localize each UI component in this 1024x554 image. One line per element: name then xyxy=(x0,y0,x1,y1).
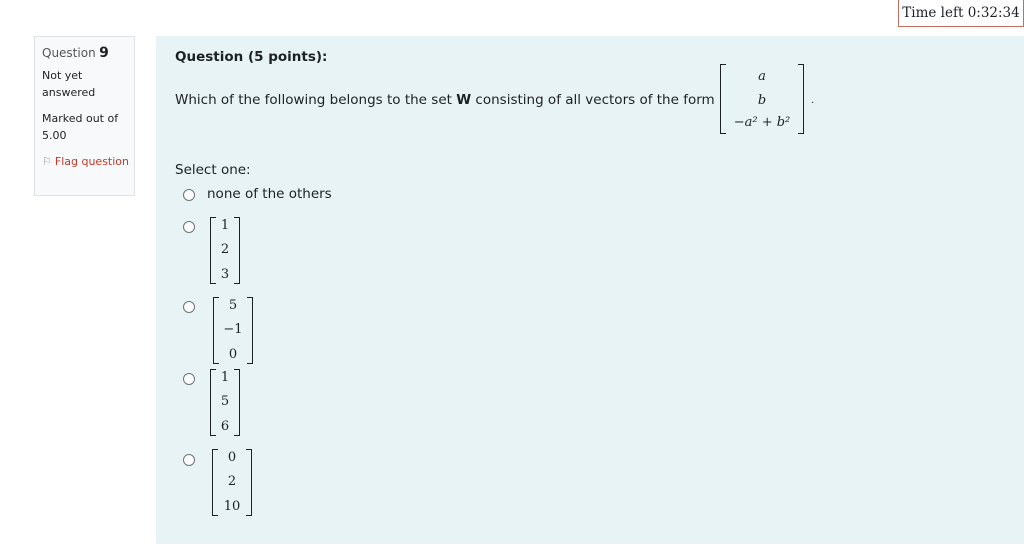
question-number: 9 xyxy=(99,45,109,61)
answer-vector-1: 1 2 3 xyxy=(210,217,240,284)
question-info-panel: Question 9 Not yet answered Marked out o… xyxy=(34,36,135,196)
answer-vector-3: 1 5 6 xyxy=(210,369,240,436)
vector-entry: 2 xyxy=(227,474,237,489)
vector-entry: 0 xyxy=(228,347,238,362)
question-text-after: consisting of all vectors of the form xyxy=(471,92,715,108)
vector-entry: 2 xyxy=(220,242,230,257)
form-vector-entry: −a² + b² xyxy=(733,115,791,130)
question-content: Question (5 points): Which of the follow… xyxy=(156,36,1024,544)
flag-question-label: Flag question xyxy=(54,154,130,168)
vector-entry: 10 xyxy=(223,499,241,514)
vector-entry: 3 xyxy=(220,267,230,282)
vector-entry: 5 xyxy=(228,298,238,313)
vector-entry: 5 xyxy=(220,394,230,409)
answer-vector-2: 5 −1 0 xyxy=(213,297,253,364)
answer-label-0: none of the others xyxy=(207,186,332,202)
vector-entry: 0 xyxy=(227,450,237,465)
vector-entry: 1 xyxy=(220,218,230,233)
flag-icon: ⚐ xyxy=(42,154,52,168)
vector-entry: 6 xyxy=(220,419,230,434)
flag-question-link[interactable]: ⚐ Flag question xyxy=(42,153,134,171)
vector-entry: −1 xyxy=(223,322,243,337)
question-number-line: Question 9 xyxy=(42,45,134,63)
question-label: Question xyxy=(42,46,96,60)
form-vector-entry: b xyxy=(757,93,767,108)
question-title: Question (5 points): xyxy=(175,49,328,65)
vector-entry: 1 xyxy=(220,370,230,385)
timer: Time left 0:32:34 xyxy=(898,0,1024,27)
form-vector-entry: a xyxy=(758,69,766,84)
question-state: Not yet answered xyxy=(42,68,96,100)
question-text: Which of the following belongs to the se… xyxy=(175,92,715,108)
answer-radio-3[interactable] xyxy=(183,373,195,385)
question-grade: Marked out of 5.00 xyxy=(42,111,119,143)
select-one-prompt: Select one: xyxy=(175,162,251,178)
answer-vector-4: 0 2 10 xyxy=(212,449,252,516)
set-name: W xyxy=(456,92,472,108)
form-period: . xyxy=(811,95,815,106)
answer-radio-1[interactable] xyxy=(183,221,195,233)
answer-radio-4[interactable] xyxy=(183,454,195,466)
form-vector: a b −a² + b² xyxy=(720,64,804,134)
answer-radio-0[interactable] xyxy=(183,189,195,201)
question-text-before: Which of the following belongs to the se… xyxy=(175,92,457,108)
answer-radio-2[interactable] xyxy=(183,301,195,313)
